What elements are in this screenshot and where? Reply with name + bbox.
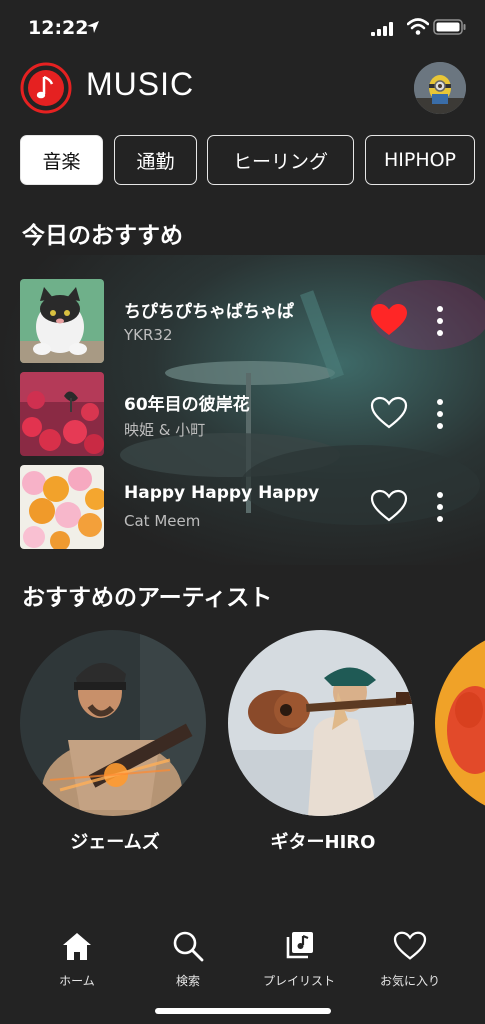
track-title: ちぴちぴちゃぱちゃぱ: [124, 302, 294, 322]
wifi-icon: [406, 18, 430, 39]
more-options-icon[interactable]: [430, 303, 450, 339]
status-bar: 12:22: [0, 0, 485, 56]
artist-name: ジェームズ: [70, 832, 160, 853]
tab-search[interactable]: 検索: [138, 928, 238, 989]
chip-music[interactable]: 音楽: [20, 135, 103, 185]
track-artist: 映姫 & 小町: [124, 421, 206, 439]
chip-commute[interactable]: 通勤: [114, 135, 197, 185]
artist-photo-partial: [435, 630, 485, 816]
track-title: 60年目の彼岸花: [124, 395, 250, 415]
tab-playlist[interactable]: プレイリスト: [249, 928, 349, 989]
tab-label: プレイリスト: [262, 974, 335, 988]
artists-carousel[interactable]: ジェームズ ギターHIRO: [0, 630, 485, 860]
more-options-icon[interactable]: [430, 489, 450, 525]
track-artwork-flowers: [20, 372, 104, 456]
genre-chips: 音楽 通勤 ヒーリング HIPHOP: [20, 135, 485, 187]
music-logo-icon: [20, 62, 72, 114]
track-row[interactable]: 60年目の彼岸花 映姫 & 小町: [20, 372, 465, 456]
tab-favorites[interactable]: お気に入り: [360, 928, 460, 989]
tab-home[interactable]: ホーム: [27, 928, 127, 989]
recommended-section-title: 今日のおすすめ: [22, 223, 183, 249]
tab-label: お気に入り: [379, 974, 440, 988]
tab-label: 検索: [175, 974, 200, 988]
track-row[interactable]: ちぴちぴちゃぱちゃぱ YKR32: [20, 279, 465, 363]
battery-icon: [433, 19, 467, 39]
status-time: 12:22: [28, 17, 89, 39]
cellular-signal-icon: [371, 21, 393, 40]
track-artwork-cat: [20, 279, 104, 363]
home-indicator: [155, 1008, 331, 1014]
heart-icon: [360, 928, 460, 964]
track-title: Happy Happy Happy: [124, 483, 320, 503]
track-artist: YKR32: [124, 326, 173, 344]
more-options-icon[interactable]: [430, 396, 450, 432]
artist-card[interactable]: ジェームズ: [20, 630, 210, 854]
chip-hiphop[interactable]: HIPHOP: [365, 135, 475, 185]
playlist-icon: [249, 928, 349, 964]
artist-card[interactable]: [435, 630, 485, 828]
app-title: MUSIC: [86, 66, 195, 102]
heart-filled-icon[interactable]: [370, 303, 408, 337]
artists-section-title: おすすめのアーティスト: [22, 585, 273, 611]
track-row[interactable]: Happy Happy Happy Cat Meem: [20, 465, 465, 549]
artist-card[interactable]: ギターHIRO: [228, 630, 418, 854]
artist-name: ギターHIRO: [270, 832, 376, 853]
track-artwork-balloons: [20, 465, 104, 549]
heart-outline-icon[interactable]: [370, 396, 408, 430]
home-icon: [27, 928, 127, 964]
artist-photo-james: [20, 630, 206, 816]
search-icon: [138, 928, 238, 964]
location-arrow-icon: [86, 19, 100, 38]
tab-label: ホーム: [59, 974, 95, 988]
artist-photo-hiro: [228, 630, 414, 816]
user-avatar[interactable]: [414, 62, 466, 114]
track-artist: Cat Meem: [124, 512, 201, 530]
chip-healing[interactable]: ヒーリング: [207, 135, 354, 185]
heart-outline-icon[interactable]: [370, 489, 408, 523]
